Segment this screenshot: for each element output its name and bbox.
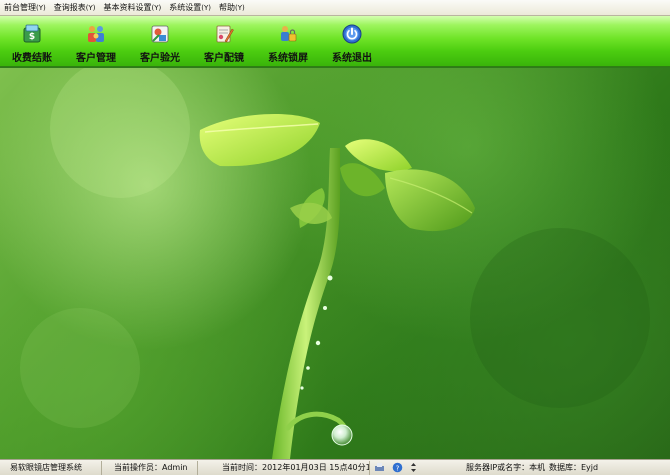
menu-frontdesk[interactable]: 前台管理(Y) bbox=[0, 0, 50, 16]
cash-checkout-button[interactable]: $ 收费结账 bbox=[0, 16, 64, 67]
lock-screen-label: 系统锁屏 bbox=[268, 53, 308, 64]
menu-bar: 前台管理(Y) 查询报表(Y) 基本资料设置(Y) 系统设置(Y) 帮助(Y) bbox=[0, 0, 670, 16]
customer-management-label: 客户管理 bbox=[76, 53, 116, 64]
eye-test-button[interactable]: 客户验光 bbox=[128, 16, 192, 67]
status-operator: 当前操作员：Admin bbox=[114, 461, 198, 475]
status-database: 数据库：Eyjd bbox=[549, 463, 599, 472]
system-exit-label: 系统退出 bbox=[332, 53, 372, 64]
lock-screen-button[interactable]: 系统锁屏 bbox=[256, 16, 320, 67]
help-icon[interactable]: ? bbox=[392, 462, 403, 473]
sprout-image bbox=[20, 68, 650, 459]
glasses-order-button[interactable]: 客户配镜 bbox=[192, 16, 256, 67]
desktop-wallpaper bbox=[0, 68, 670, 459]
menu-basic-settings[interactable]: 基本资料设置(Y) bbox=[100, 0, 166, 16]
power-icon bbox=[342, 24, 362, 44]
cash-icon: $ bbox=[23, 24, 41, 43]
customer-management-button[interactable]: 客户管理 bbox=[64, 16, 128, 67]
menu-help[interactable]: 帮助(Y) bbox=[215, 0, 249, 16]
status-time: 当前时间：2012年01月03日 15点40分18秒 bbox=[222, 461, 370, 475]
updown-icon[interactable] bbox=[408, 462, 419, 473]
eye-test-icon bbox=[151, 25, 169, 43]
svg-text:$: $ bbox=[29, 32, 35, 42]
customers-icon bbox=[88, 26, 104, 42]
menu-basic-settings-hotkey: (Y) bbox=[151, 3, 162, 12]
menu-system-settings-label: 系统设置 bbox=[169, 2, 202, 12]
menu-system-settings-hotkey: (Y) bbox=[201, 3, 211, 12]
menu-reports-label: 查询报表 bbox=[53, 2, 86, 12]
eye-test-label: 客户验光 bbox=[140, 53, 180, 64]
lock-screen-icon bbox=[281, 26, 297, 42]
menu-frontdesk-hotkey: (Y) bbox=[36, 3, 46, 12]
menu-basic-settings-label: 基本资料设置 bbox=[103, 2, 152, 12]
menu-help-hotkey: (Y) bbox=[235, 3, 245, 12]
glasses-order-label: 客户配镜 bbox=[204, 53, 244, 64]
status-bar: 易软眼镜店管理系统 当前操作员：Admin 当前时间：2012年01月03日 1… bbox=[0, 459, 670, 475]
system-exit-button[interactable]: 系统退出 bbox=[320, 16, 384, 67]
menu-help-label: 帮助 bbox=[219, 2, 235, 12]
menu-system-settings[interactable]: 系统设置(Y) bbox=[165, 0, 215, 16]
menu-reports-hotkey: (Y) bbox=[85, 3, 96, 12]
status-server: 服务器IP或名字：本机 bbox=[466, 463, 546, 472]
status-app-name: 易软眼镜店管理系统 bbox=[10, 461, 102, 475]
cash-checkout-label: 收费结账 bbox=[12, 53, 52, 64]
glasses-order-icon bbox=[216, 25, 234, 43]
svg-text:?: ? bbox=[396, 464, 400, 472]
menu-frontdesk-label: 前台管理 bbox=[4, 2, 36, 12]
main-toolbar: $ 收费结账 客户管理 客户验光 客户配镜 系统锁屏 系统退出 bbox=[0, 16, 670, 67]
menu-reports[interactable]: 查询报表(Y) bbox=[50, 0, 100, 16]
print-icon[interactable] bbox=[374, 462, 385, 473]
